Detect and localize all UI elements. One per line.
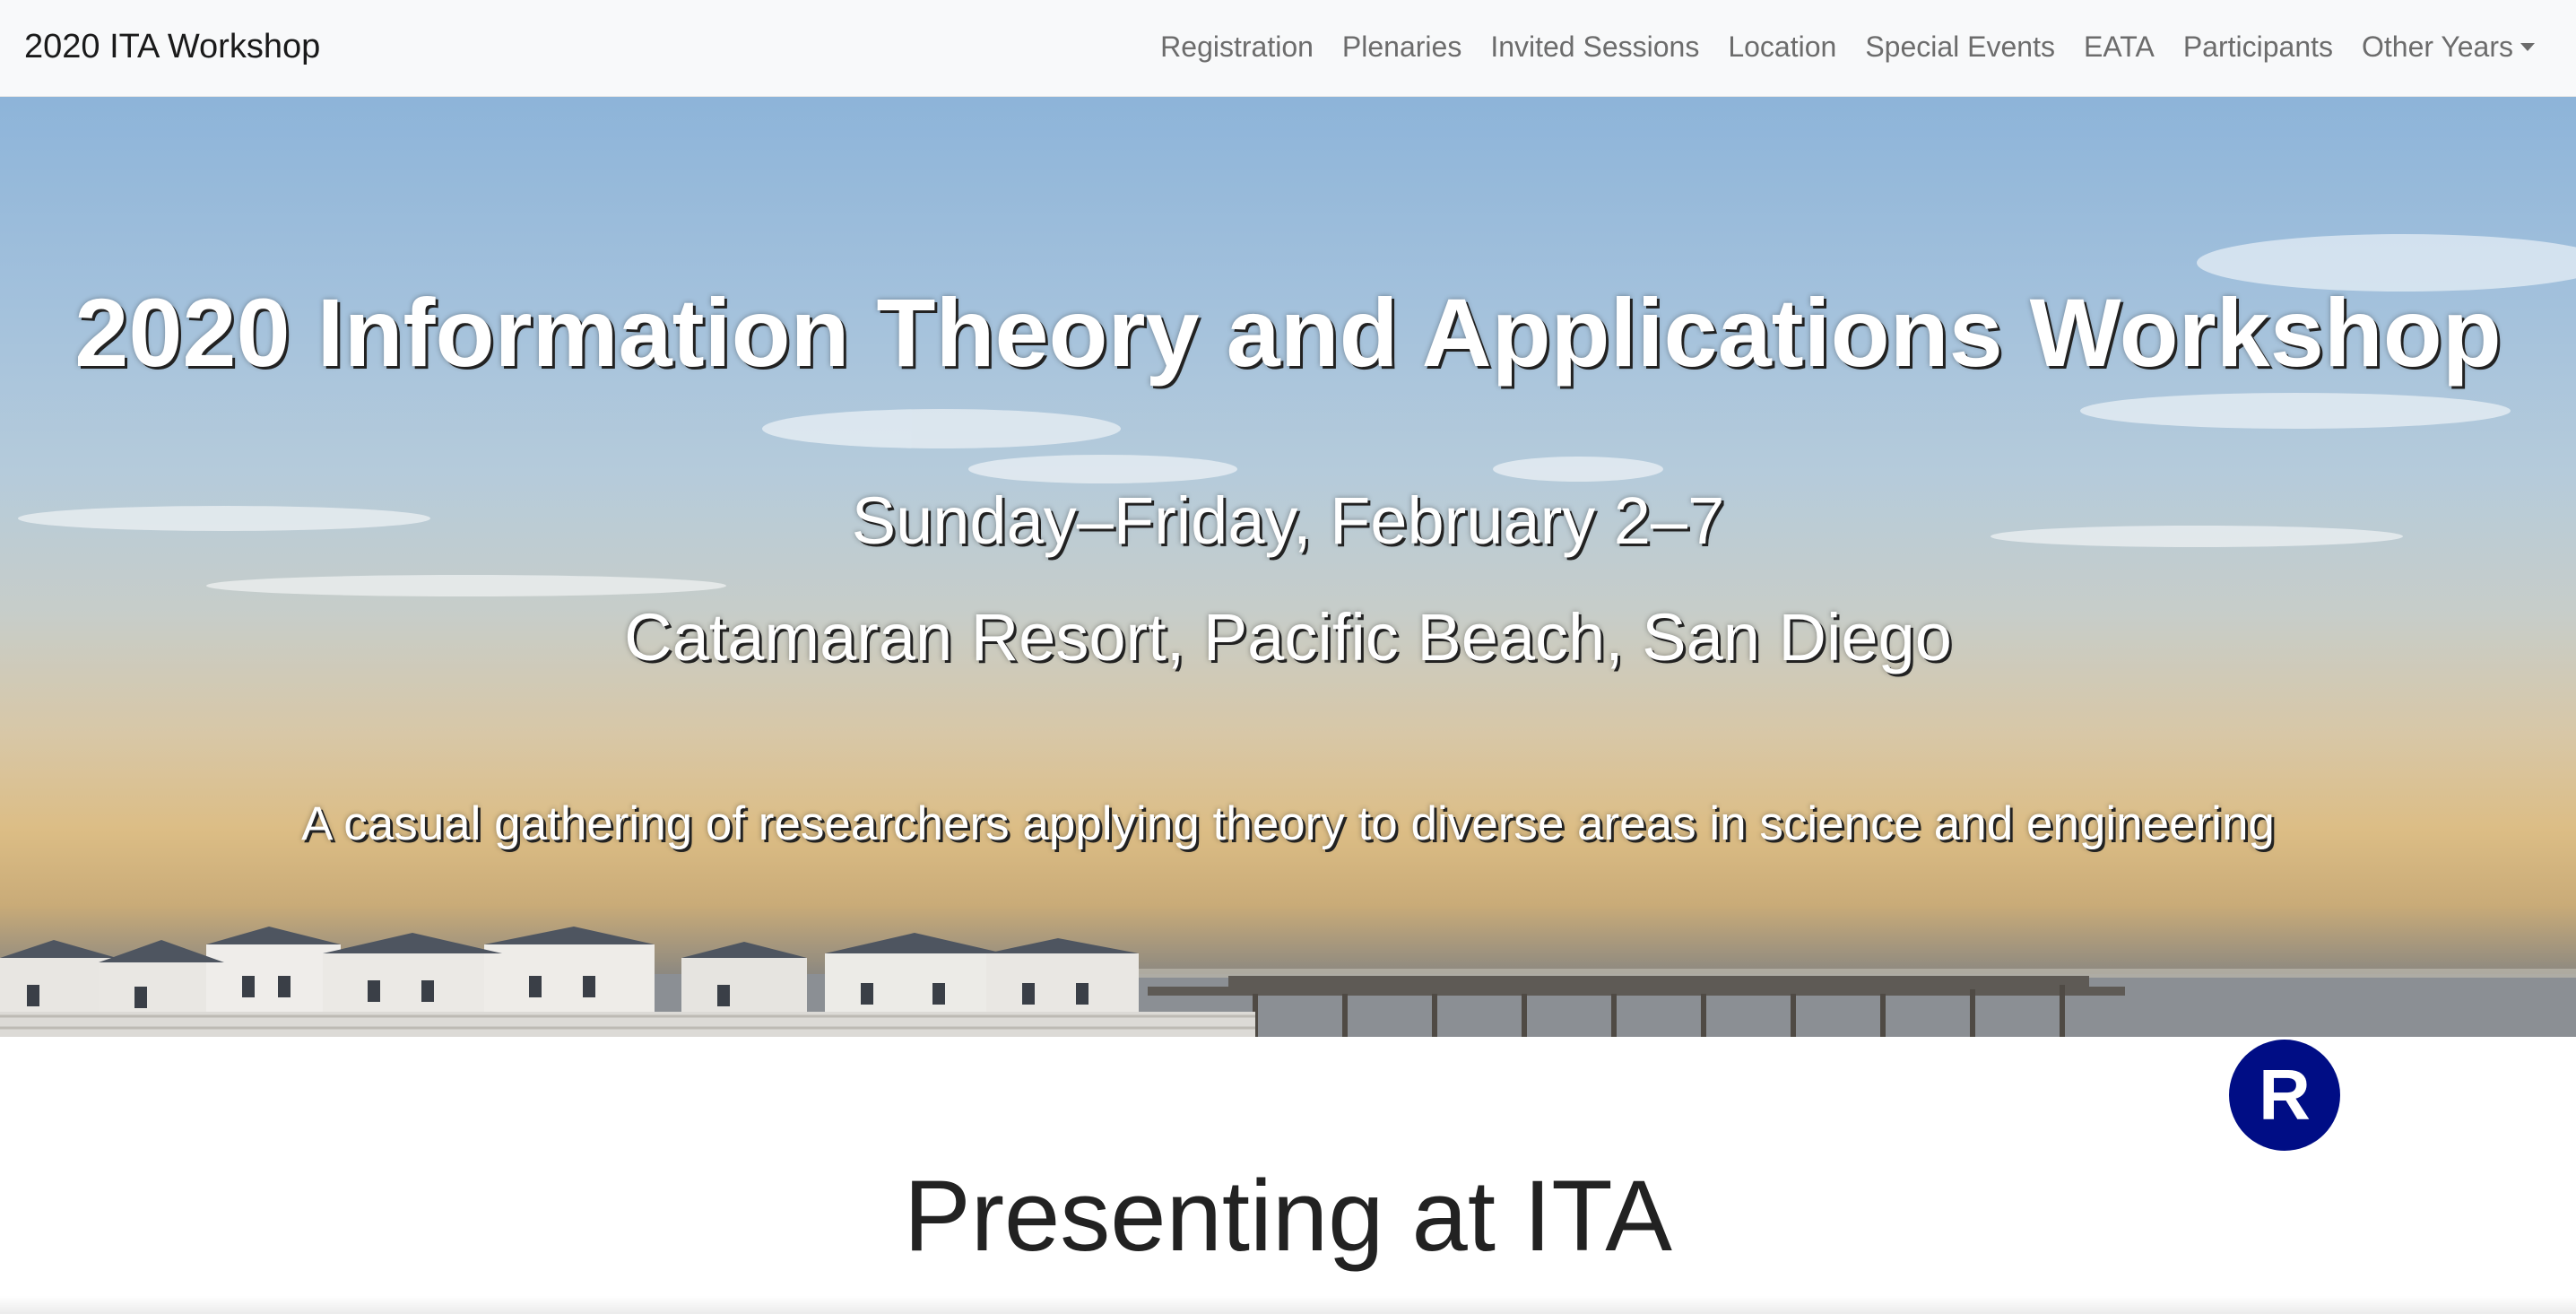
- section-heading: Presenting at ITA: [903, 1160, 1672, 1272]
- brand-link[interactable]: 2020 ITA Workshop: [24, 25, 320, 68]
- nav-eata[interactable]: EATA: [2084, 25, 2155, 68]
- nav-other-years-label: Other Years: [2362, 30, 2513, 63]
- nav-location[interactable]: Location: [1728, 25, 1836, 68]
- bottom-shadow: [0, 1296, 2576, 1314]
- floating-r-button[interactable]: R: [2229, 1040, 2340, 1151]
- caret-down-icon: [2520, 43, 2535, 51]
- hero-banner: 2020 Information Theory and Applications…: [0, 97, 2576, 1037]
- hero-title: 2020 Information Theory and Applications…: [74, 278, 2502, 387]
- hero-dates: Sunday–Friday, February 2–7: [851, 483, 1725, 558]
- hero-background-image: [0, 234, 2576, 1037]
- nav-participants[interactable]: Participants: [2183, 25, 2333, 68]
- hero-tagline: A casual gathering of researchers applyi…: [301, 797, 2275, 850]
- hero-location: Catamaran Resort, Pacific Beach, San Die…: [624, 600, 1952, 674]
- nav-registration[interactable]: Registration: [1160, 25, 1314, 68]
- nav-other-years-dropdown[interactable]: Other Years: [2362, 25, 2535, 68]
- nav-plenaries[interactable]: Plenaries: [1342, 25, 1461, 68]
- top-navbar: 2020 ITA Workshop Registration Plenaries…: [0, 0, 2576, 97]
- nav-invited-sessions[interactable]: Invited Sessions: [1490, 25, 1699, 68]
- nav-links: Registration Plenaries Invited Sessions …: [1160, 25, 2535, 68]
- nav-special-events[interactable]: Special Events: [1865, 25, 2055, 68]
